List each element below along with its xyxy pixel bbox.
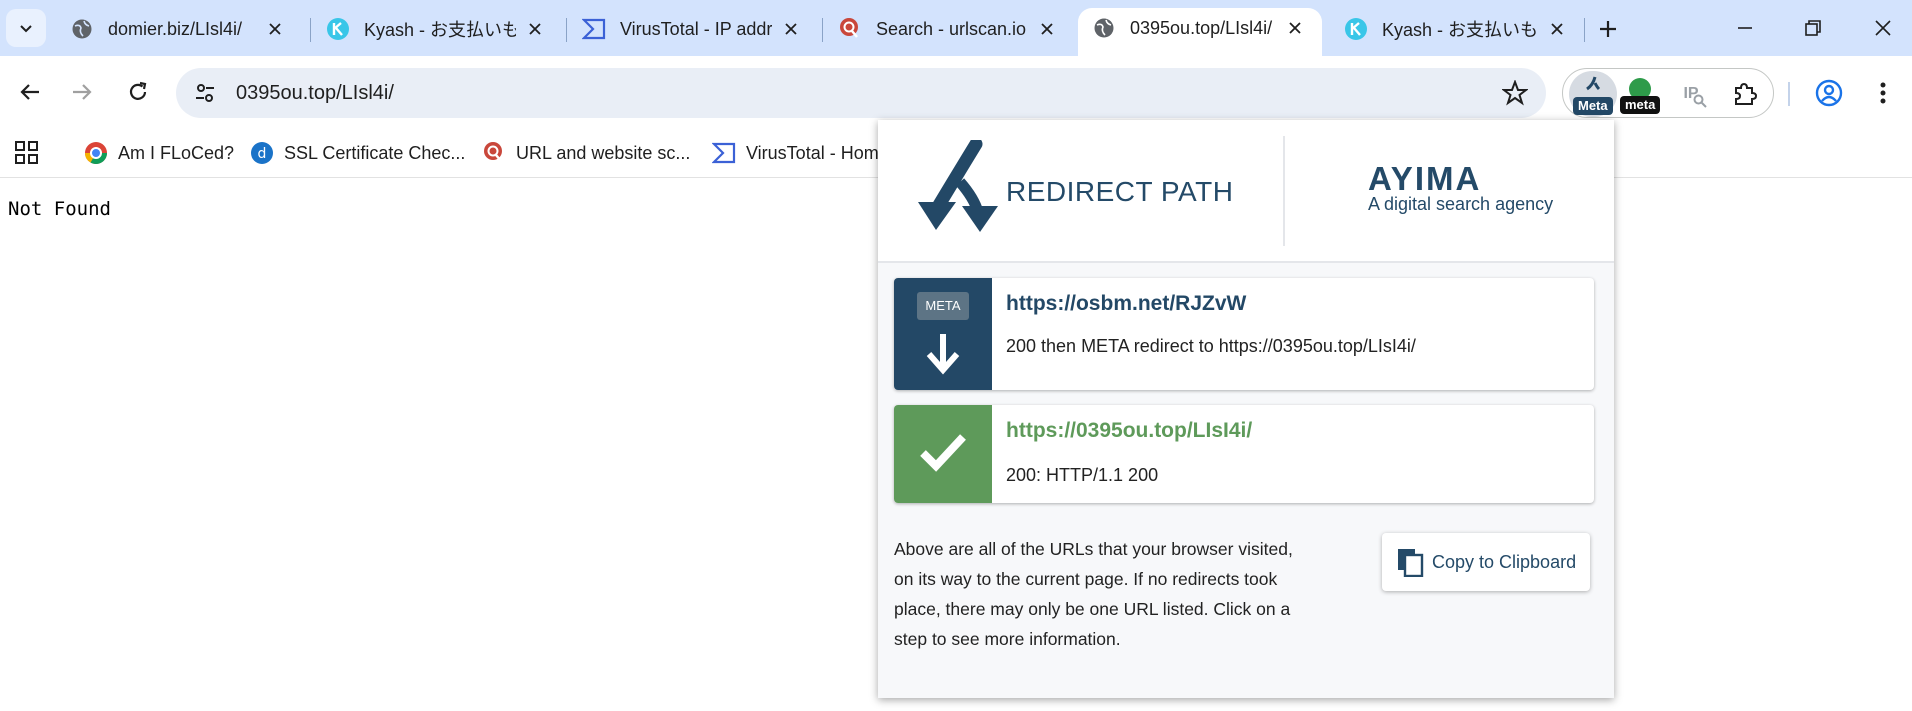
close-icon[interactable] bbox=[1034, 16, 1060, 42]
ayima-tagline: A digital search agency bbox=[1368, 194, 1554, 214]
digicert-icon: d bbox=[250, 141, 274, 165]
globe-icon bbox=[70, 17, 94, 41]
more-vertical-icon bbox=[1880, 82, 1886, 104]
tab-virustotal[interactable]: VirusTotal - IP addre bbox=[568, 9, 818, 49]
forward-button[interactable] bbox=[64, 74, 100, 110]
bookmark-star-icon[interactable] bbox=[1502, 80, 1528, 106]
step-url[interactable]: https://osbm.net/RJZvW bbox=[1006, 292, 1246, 316]
extensions-group: Meta meta IP bbox=[1562, 68, 1774, 118]
redirect-path-title: REDIRECT PATH bbox=[1006, 176, 1234, 207]
step-detail: 200 then META redirect to https://0395ou… bbox=[1006, 336, 1416, 356]
restore-icon bbox=[1805, 20, 1821, 36]
minimize-button[interactable] bbox=[1720, 10, 1770, 46]
step-detail: 200: HTTP/1.1 200 bbox=[1006, 465, 1159, 485]
not-found-text: Not Found bbox=[8, 198, 111, 220]
plus-icon bbox=[1600, 21, 1616, 37]
urlscan-icon bbox=[482, 141, 506, 165]
magnifier-icon bbox=[1693, 94, 1707, 108]
meta-badge-2: meta bbox=[1620, 96, 1661, 114]
tab-search-button[interactable] bbox=[6, 9, 46, 47]
reload-icon bbox=[129, 81, 147, 100]
step-final-icon bbox=[894, 405, 992, 503]
bookmark-label: URL and website sc... bbox=[516, 142, 691, 163]
arrow-right-icon bbox=[73, 84, 92, 100]
arrow-down-icon bbox=[926, 334, 960, 375]
profile-button[interactable] bbox=[1812, 76, 1846, 110]
copy-button-label: Copy to Clipboard bbox=[1432, 551, 1577, 572]
virustotal-icon bbox=[582, 17, 606, 41]
bookmark-label: SSL Certificate Chec... bbox=[284, 142, 466, 163]
chrome-icon bbox=[84, 141, 108, 165]
extensions-menu-button[interactable] bbox=[1727, 76, 1763, 112]
bookmark-virustotal[interactable]: VirusTotal - Hom bbox=[712, 136, 879, 170]
new-tab-button[interactable] bbox=[1590, 12, 1626, 46]
close-icon[interactable] bbox=[1544, 16, 1570, 42]
meta-extension[interactable]: meta bbox=[1620, 76, 1661, 114]
clipboard-icon bbox=[1398, 549, 1424, 577]
apps-grid-icon[interactable] bbox=[14, 140, 40, 166]
toolbar: 0395ou.top/LIsl4i/ Meta meta IP bbox=[0, 56, 1912, 128]
redirect-path-popup: REDIRECT PATH AYIMA A digital search age… bbox=[878, 120, 1614, 698]
tab-kyash-2[interactable]: Kyash - お支払いもお bbox=[1330, 9, 1584, 49]
bookmark-am-i-floced[interactable]: Am I FLoCed? bbox=[84, 136, 234, 170]
close-icon[interactable] bbox=[778, 16, 804, 42]
step-url[interactable]: https://0395ou.top/LIsI4i/ bbox=[1006, 419, 1252, 443]
redirect-path-icon bbox=[1586, 76, 1601, 91]
close-icon bbox=[1875, 20, 1891, 36]
kyash-icon bbox=[1344, 17, 1368, 41]
redirect-path-extension[interactable]: Meta bbox=[1569, 71, 1617, 117]
redirect-step-meta[interactable]: META https://osbm.net/RJZvW 200 then MET… bbox=[894, 278, 1594, 390]
close-icon[interactable] bbox=[522, 16, 548, 42]
bookmark-urlscan[interactable]: URL and website sc... bbox=[482, 136, 690, 170]
tab-title: domier.biz/LIsl4i/ bbox=[108, 18, 243, 39]
bookmark-label: VirusTotal - Hom bbox=[746, 142, 879, 163]
svg-text:d: d bbox=[258, 146, 267, 162]
address-bar[interactable]: 0395ou.top/LIsl4i/ bbox=[176, 68, 1546, 118]
account-icon bbox=[1815, 79, 1843, 107]
close-icon[interactable] bbox=[1282, 15, 1308, 41]
close-icon[interactable] bbox=[262, 16, 288, 42]
tab-kyash-1[interactable]: Kyash - お支払いもお bbox=[312, 9, 562, 49]
tab-domier[interactable]: domier.biz/LIsl4i/ bbox=[56, 9, 302, 49]
info-text: Above are all of the URLs that your brow… bbox=[894, 539, 1293, 649]
meta-badge: Meta bbox=[1573, 97, 1613, 115]
browser-menu-button[interactable] bbox=[1868, 76, 1898, 110]
toolbar-separator bbox=[1788, 82, 1790, 106]
tab-title: Search - urlscan.io bbox=[876, 18, 1027, 39]
step-meta-icon: META bbox=[894, 278, 992, 390]
close-window-button[interactable] bbox=[1858, 10, 1908, 46]
tab-active-0395ou[interactable]: 0395ou.top/LIsl4i/ bbox=[1078, 8, 1322, 56]
puzzle-icon bbox=[1735, 82, 1758, 105]
tab-title: 0395ou.top/LIsl4i/ bbox=[1130, 17, 1273, 38]
chevron-down-icon bbox=[20, 25, 32, 33]
arrow-left-icon bbox=[20, 84, 39, 100]
meta-badge: META bbox=[917, 292, 969, 320]
tab-title: Kyash - お支払いもお bbox=[1382, 20, 1538, 40]
site-info-icon[interactable] bbox=[190, 78, 220, 108]
redirect-step-final[interactable]: https://0395ou.top/LIsI4i/ 200: HTTP/1.1… bbox=[894, 405, 1594, 503]
popup-header: REDIRECT PATH AYIMA A digital search age… bbox=[878, 120, 1614, 263]
back-button[interactable] bbox=[12, 74, 48, 110]
reload-button[interactable] bbox=[120, 74, 156, 110]
tab-strip: domier.biz/LIsl4i/ Kyash - お支払いもお VirusT… bbox=[0, 0, 1912, 56]
globe-icon bbox=[1092, 16, 1116, 40]
checkmark-icon bbox=[920, 434, 966, 472]
bookmark-label: Am I FLoCed? bbox=[118, 142, 235, 163]
header-divider bbox=[1283, 136, 1285, 246]
minimize-icon bbox=[1738, 27, 1752, 29]
browser-window: domier.biz/LIsl4i/ Kyash - お支払いもお VirusT… bbox=[0, 0, 1912, 711]
copy-to-clipboard-button[interactable]: Copy to Clipboard bbox=[1382, 533, 1590, 591]
urlscan-icon bbox=[838, 17, 862, 41]
bookmark-ssl-checker[interactable]: d SSL Certificate Chec... bbox=[250, 136, 465, 170]
tab-title: Kyash - お支払いもお bbox=[364, 20, 516, 40]
kyash-icon bbox=[326, 17, 350, 41]
url-text[interactable]: 0395ou.top/LIsl4i/ bbox=[236, 82, 394, 105]
virustotal-icon bbox=[712, 141, 736, 165]
redirect-path-logo-icon bbox=[918, 140, 998, 232]
ayima-logo: AYIMA bbox=[1368, 160, 1482, 197]
ip-lookup-extension[interactable]: IP bbox=[1673, 76, 1709, 112]
tab-title: VirusTotal - IP addre bbox=[620, 18, 772, 39]
restore-button[interactable] bbox=[1788, 10, 1838, 46]
tab-urlscan[interactable]: Search - urlscan.io bbox=[824, 9, 1074, 49]
